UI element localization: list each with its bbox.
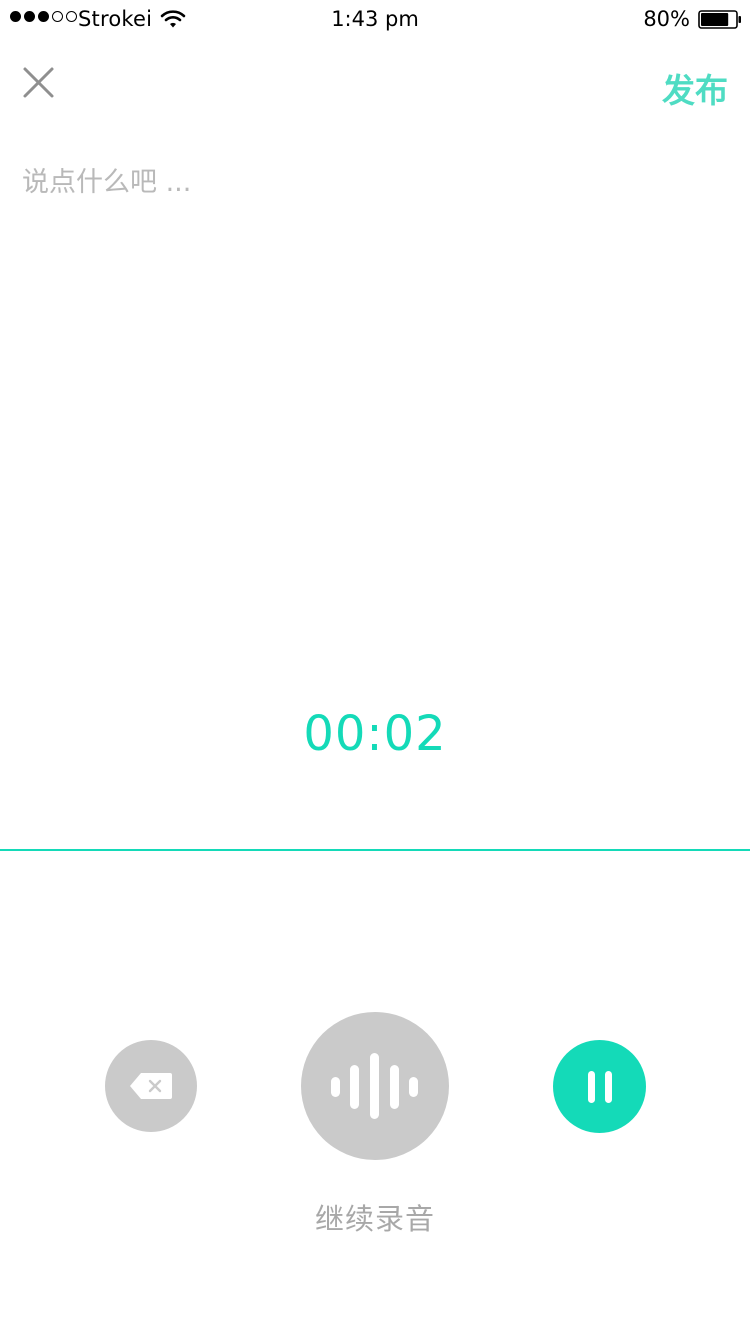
sound-wave-icon (331, 1053, 418, 1119)
status-time: 1:43 pm (331, 7, 419, 31)
divider-line (0, 849, 750, 851)
publish-button[interactable]: 发布 (662, 64, 728, 112)
pause-icon (587, 1070, 612, 1103)
continue-recording-button[interactable] (301, 1012, 449, 1160)
battery-icon (698, 10, 741, 29)
continue-recording-label: 继续录音 (314, 1202, 435, 1236)
recording-timer: 00:02 (303, 706, 447, 762)
close-x-icon (23, 67, 54, 98)
battery-percent: 80% (643, 7, 690, 31)
backspace-icon (130, 1073, 172, 1099)
close-button[interactable] (18, 62, 60, 104)
post-text-input[interactable] (22, 160, 728, 640)
delete-recording-button[interactable] (105, 1040, 197, 1132)
voice-post-screen: Strokei 1:43 pm 80% 发布 00:02 (0, 0, 750, 1334)
pause-button[interactable] (553, 1040, 646, 1133)
status-bar: Strokei 1:43 pm 80% (0, 0, 750, 40)
